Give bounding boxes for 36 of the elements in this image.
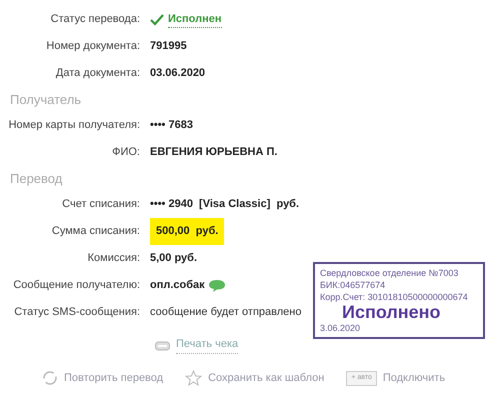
print-receipt-link[interactable]: Печать чека xyxy=(176,336,238,354)
field-label: Дата документа: xyxy=(54,66,141,82)
star-icon xyxy=(185,370,202,386)
refresh-icon xyxy=(42,370,58,386)
field-value: •••• 2940 [Visa Classic] руб. xyxy=(150,197,300,212)
stamp-date: 3.06.2020 xyxy=(320,323,360,333)
action-link[interactable]: Повторить перевод xyxy=(64,370,164,386)
field-value: сообщение будет отправлено xyxy=(150,305,302,320)
printer-icon xyxy=(155,338,170,352)
section-heading: Получатель xyxy=(9,90,82,109)
stamp-line: Свердловское отделение №7003 xyxy=(320,267,460,279)
field-value: 791995 xyxy=(150,39,187,54)
field-value: ЕВГЕНИЯ ЮРЬЕВНА П. xyxy=(150,145,278,160)
field-label: Статус SMS-сообщения: xyxy=(13,305,141,320)
field-label: Статус перевода: xyxy=(50,12,141,28)
field-value: 03.06.2020 xyxy=(150,66,206,82)
field-value: 5,00 руб. xyxy=(150,251,198,266)
field-label: ФИО: xyxy=(111,145,141,160)
action-link[interactable]: Подключить xyxy=(382,370,446,386)
stamp-line: БИК:046577674 xyxy=(320,279,386,291)
action-link[interactable]: Сохранить как шаблон xyxy=(208,370,324,386)
field-label: Сообщение получателю: xyxy=(12,278,141,294)
field-label: Номер документа: xyxy=(45,39,141,54)
status-value: Исполнен xyxy=(168,10,222,28)
section-heading: Перевод xyxy=(9,170,64,188)
stamp-line: Корр.Счет: 30101810500000000674 xyxy=(320,291,469,303)
speech-bubble-icon xyxy=(208,280,225,292)
field-label: Номер карты получателя: xyxy=(8,118,141,134)
amount-value: 500,00 руб. xyxy=(150,218,224,245)
field-label: Сумма списания: xyxy=(50,224,141,240)
checkmark-icon xyxy=(150,14,164,26)
field-label: Комиссия: xyxy=(86,251,141,266)
stamp-status: Исполнено xyxy=(342,302,441,322)
field-label: Счет списания: xyxy=(61,197,141,212)
field-value: •••• 7683 xyxy=(150,118,193,134)
field-value: опл.собак xyxy=(150,278,205,294)
